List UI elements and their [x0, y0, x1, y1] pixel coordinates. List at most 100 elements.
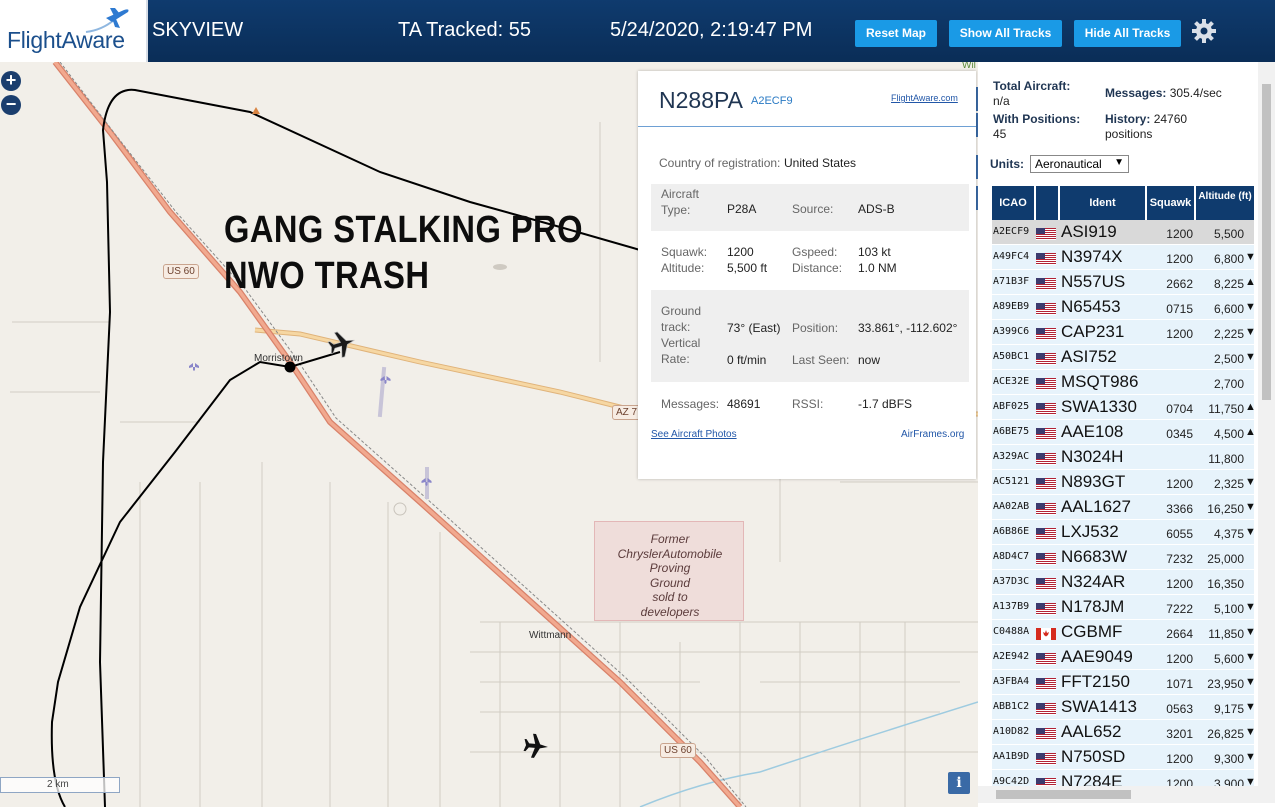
us-flag-icon: [1036, 552, 1056, 565]
zoom-in-button[interactable]: +: [1, 71, 21, 91]
distance-label: Distance:: [792, 261, 843, 275]
cell-squawk: 1200: [1166, 577, 1193, 591]
table-row[interactable]: A399C6 CAP231 1200 2,225 ▼: [992, 320, 1256, 345]
column-flag[interactable]: [1036, 186, 1058, 220]
info-button[interactable]: i: [948, 772, 970, 794]
selected-hex: A2ECF9: [751, 95, 793, 107]
aircraft-sidebar: Total Aircraft: n/a Messages: 305.4/sec …: [978, 62, 1275, 807]
vertical-rate-label: Vertical Rate:: [661, 336, 701, 366]
cell-squawk: 3201: [1166, 727, 1193, 741]
flightaware-logo[interactable]: FlightAware: [0, 0, 148, 62]
gear-icon[interactable]: [1191, 18, 1217, 44]
table-row[interactable]: A49FC4 N3974X 1200 6,800 ▼: [992, 245, 1256, 270]
table-row[interactable]: A71B3F N557US 2662 8,225 ▲: [992, 270, 1256, 295]
cell-squawk: 0715: [1166, 302, 1193, 316]
overlay-line-2: NWO TRASH: [224, 255, 430, 297]
cell-altitude: 6,600: [1213, 302, 1244, 316]
cell-icao: ACE32E: [993, 376, 1030, 387]
column-altitude[interactable]: Altitude (ft): [1196, 186, 1254, 220]
us-flag-icon: [1036, 227, 1056, 240]
position-value: 33.861°, -112.602°: [858, 321, 958, 335]
table-row[interactable]: AC5121 N893GT 1200 2,325 ▼: [992, 470, 1256, 495]
cell-altitude: 11,800: [1208, 452, 1244, 466]
hide-all-tracks-button[interactable]: Hide All Tracks: [1074, 20, 1181, 47]
cell-squawk: 2664: [1166, 627, 1193, 641]
cell-squawk: 7222: [1166, 602, 1193, 616]
proving-ground-line: Proving: [649, 561, 691, 575]
reset-map-button[interactable]: Reset Map: [855, 20, 937, 47]
cell-ident: N3024H: [1061, 447, 1124, 466]
sidebar-vertical-scroll-thumb[interactable]: [1262, 84, 1271, 400]
table-row[interactable]: A6BE75 AAE108 0345 4,500 ▲: [992, 420, 1256, 445]
top-header: FlightAware SKYVIEW TA Tracked: 55 5/24/…: [0, 0, 1275, 62]
aircraft-table-header: ICAO Ident Squawk Altitude (ft): [992, 186, 1254, 220]
cell-icao: A50BC1: [993, 351, 1030, 362]
us-flag-icon: [1036, 702, 1056, 715]
cell-trend: ▼: [1245, 651, 1256, 663]
table-row[interactable]: A6B86E LXJ532 6055 4,375 ▼: [992, 520, 1256, 545]
table-row[interactable]: A3FBA4 FFT2150 1071 23,950 ▼: [992, 670, 1256, 695]
table-row[interactable]: AA02AB AAL1627 3366 16,250 ▼: [992, 495, 1256, 520]
table-row[interactable]: A329AC N3024H 11,800: [992, 445, 1254, 470]
cell-icao: AA02AB: [993, 501, 1030, 512]
cell-icao: A2E942: [993, 651, 1030, 662]
aircraft-icon[interactable]: [523, 733, 549, 759]
column-squawk[interactable]: Squawk: [1147, 186, 1194, 220]
table-row[interactable]: ABB1C2 SWA1413 0563 9,175 ▼: [992, 695, 1256, 720]
units-label: Units:: [990, 157, 1024, 171]
us-flag-icon: [1036, 377, 1056, 390]
proving-ground-line: ChryslerAutomobile: [617, 546, 723, 561]
table-row[interactable]: A10D82 AAL652 3201 26,825 ▼: [992, 720, 1256, 745]
total-aircraft-label: Total Aircraft:: [993, 79, 1071, 93]
cell-squawk: 1200: [1166, 477, 1193, 491]
highway-shield-us60: US 60: [660, 743, 696, 758]
units-select[interactable]: Aeronautical ▼: [1030, 155, 1129, 173]
table-row[interactable]: A89EB9 N65453 0715 6,600 ▼: [992, 295, 1256, 320]
messages-value: 48691: [727, 397, 761, 411]
table-row[interactable]: A37D3C N324AR 1200 16,350: [992, 570, 1254, 595]
table-row[interactable]: A8D4C7 N6683W 7232 25,000: [992, 545, 1254, 570]
table-row[interactable]: A50BC1 ASI752 2,500 ▼: [992, 345, 1256, 370]
cell-altitude: 2,325: [1213, 477, 1244, 491]
table-row[interactable]: AA1B9D N750SD 1200 9,300 ▼: [992, 745, 1256, 770]
cell-squawk: 7232: [1166, 552, 1193, 566]
sidebar-horizontal-scroll-thumb[interactable]: [996, 790, 1131, 799]
airframes-link[interactable]: AirFrames.org: [901, 429, 964, 440]
flightaware-link[interactable]: FlightAware.com: [891, 93, 958, 103]
cell-trend: ▼: [1245, 351, 1256, 363]
cell-ident: MSQT986: [1061, 372, 1139, 391]
table-row[interactable]: A137B9 N178JM 7222 5,100 ▼: [992, 595, 1256, 620]
ground-track-value: 73° (East): [727, 321, 781, 335]
table-row[interactable]: A2ECF9 ASI919 1200 5,500: [992, 220, 1254, 245]
column-ident[interactable]: Ident: [1060, 186, 1145, 220]
source-label: Source:: [792, 202, 834, 216]
cell-altitude: 11,750: [1208, 402, 1244, 416]
us-flag-icon: [1036, 527, 1056, 540]
cell-trend: ▼: [1245, 501, 1256, 513]
ground-track-label: Ground track:: [661, 304, 702, 334]
map-scale-bar: 2 km: [0, 777, 120, 793]
cell-altitude: 16,350: [1207, 577, 1244, 591]
gspeed-value: 103 kt: [858, 245, 891, 259]
cell-icao: A10D82: [993, 726, 1030, 737]
cell-trend: ▼: [1245, 626, 1256, 638]
us-flag-icon: [1036, 402, 1056, 415]
cell-icao: A8D4C7: [993, 551, 1030, 562]
aircraft-photos-link[interactable]: See Aircraft Photos: [651, 429, 737, 440]
zoom-out-button[interactable]: −: [1, 95, 21, 115]
show-all-tracks-button[interactable]: Show All Tracks: [949, 20, 1062, 47]
table-row[interactable]: ACE32E MSQT986 2,700: [992, 370, 1254, 395]
last-seen-label: Last Seen:: [792, 353, 850, 367]
cell-ident: N557US: [1061, 272, 1126, 291]
town-label-morristown: Morristown: [254, 353, 303, 364]
table-row[interactable]: ABF025 SWA1330 0704 11,750 ▲: [992, 395, 1256, 420]
us-flag-icon: [1036, 677, 1056, 690]
cell-icao: A329AC: [993, 451, 1030, 462]
cell-trend: ▼: [1245, 726, 1256, 738]
table-row[interactable]: A2E942 AAE9049 1200 5,600 ▼: [992, 645, 1256, 670]
table-row[interactable]: C0488A CGBMF 2664 11,850 ▼: [992, 620, 1256, 645]
cell-icao: A2ECF9: [993, 226, 1030, 237]
column-icao[interactable]: ICAO: [992, 186, 1034, 220]
cell-ident: FFT2150: [1061, 672, 1130, 691]
cell-altitude: 5,100: [1213, 602, 1244, 616]
